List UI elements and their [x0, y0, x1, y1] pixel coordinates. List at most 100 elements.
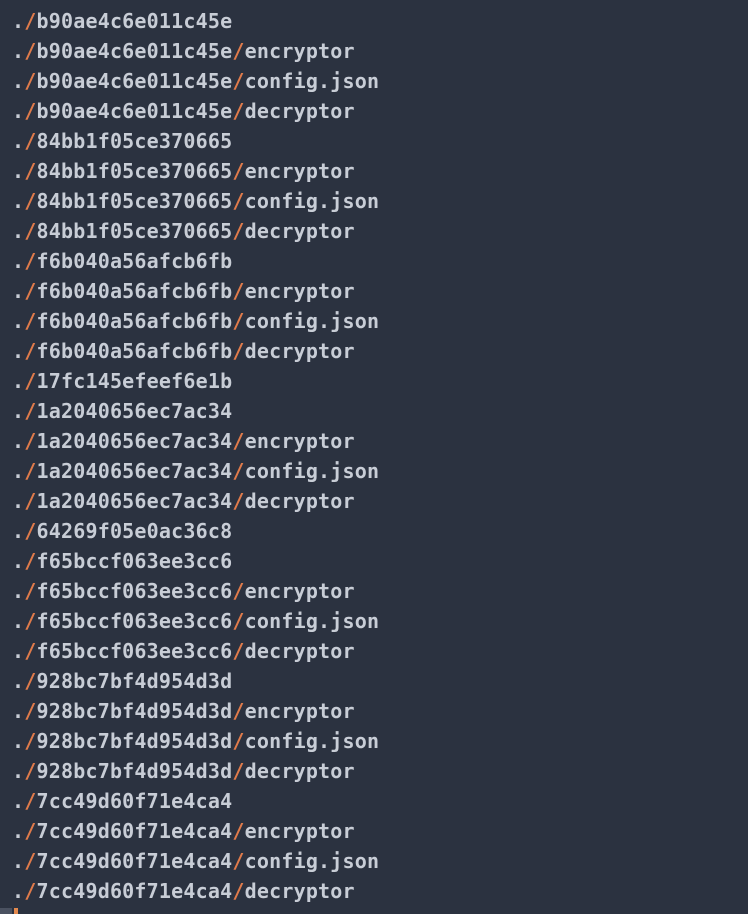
path-separator: / — [24, 399, 36, 423]
path-segment: 7cc49d60f71e4ca4 — [37, 789, 233, 813]
path-segment: f65bccf063ee3cc6 — [37, 579, 233, 603]
path-segment: b90ae4c6e011c45e — [37, 9, 233, 33]
path-segment: config.json — [245, 189, 380, 213]
path-segment: decryptor — [245, 219, 355, 243]
path-segment: 64269f05e0ac36c8 — [37, 519, 233, 543]
path-separator: / — [24, 9, 36, 33]
path-dot: . — [12, 819, 24, 843]
terminal-output: ./b90ae4c6e011c45e./b90ae4c6e011c45e/enc… — [0, 0, 748, 906]
output-line: ./f6b040a56afcb6fb/config.json — [12, 306, 736, 336]
path-segment: 17fc145efeef6e1b — [37, 369, 233, 393]
path-segment: b90ae4c6e011c45e — [37, 69, 233, 93]
path-segment: f6b040a56afcb6fb — [37, 309, 233, 333]
path-dot: . — [12, 519, 24, 543]
path-segment: config.json — [245, 609, 380, 633]
output-line: ./84bb1f05ce370665 — [12, 126, 736, 156]
path-separator: / — [24, 369, 36, 393]
path-separator: / — [232, 879, 244, 903]
path-segment: encryptor — [245, 39, 355, 63]
path-segment: 928bc7bf4d954d3d — [37, 669, 233, 693]
tab-stub — [0, 908, 12, 914]
path-segment: f6b040a56afcb6fb — [37, 279, 233, 303]
path-separator: / — [24, 849, 36, 873]
output-line: ./64269f05e0ac36c8 — [12, 516, 736, 546]
path-dot: . — [12, 639, 24, 663]
path-segment: config.json — [245, 849, 380, 873]
path-separator: / — [232, 69, 244, 93]
path-segment: f65bccf063ee3cc6 — [37, 549, 233, 573]
path-separator: / — [232, 489, 244, 513]
path-segment: config.json — [245, 69, 380, 93]
path-dot: . — [12, 729, 24, 753]
path-segment: 928bc7bf4d954d3d — [37, 759, 233, 783]
path-separator: / — [24, 519, 36, 543]
output-line: ./f6b040a56afcb6fb/decryptor — [12, 336, 736, 366]
path-segment: 928bc7bf4d954d3d — [37, 729, 233, 753]
path-dot: . — [12, 339, 24, 363]
path-separator: / — [24, 159, 36, 183]
prompt-row[interactable] — [0, 906, 748, 914]
path-dot: . — [12, 459, 24, 483]
path-segment: 7cc49d60f71e4ca4 — [37, 819, 233, 843]
path-dot: . — [12, 129, 24, 153]
path-separator: / — [24, 579, 36, 603]
path-segment: 84bb1f05ce370665 — [37, 219, 233, 243]
path-separator: / — [232, 459, 244, 483]
path-segment: 7cc49d60f71e4ca4 — [37, 849, 233, 873]
output-line: ./1a2040656ec7ac34 — [12, 396, 736, 426]
path-dot: . — [12, 699, 24, 723]
path-segment: 928bc7bf4d954d3d — [37, 699, 233, 723]
path-separator: / — [24, 669, 36, 693]
path-separator: / — [24, 729, 36, 753]
path-separator: / — [232, 819, 244, 843]
path-segment: 84bb1f05ce370665 — [37, 189, 233, 213]
path-dot: . — [12, 279, 24, 303]
output-line: ./f65bccf063ee3cc6 — [12, 546, 736, 576]
output-line: ./84bb1f05ce370665/encryptor — [12, 156, 736, 186]
path-dot: . — [12, 39, 24, 63]
path-separator: / — [24, 99, 36, 123]
path-segment: config.json — [245, 729, 380, 753]
path-separator: / — [232, 189, 244, 213]
path-separator: / — [24, 819, 36, 843]
path-separator: / — [24, 429, 36, 453]
path-separator: / — [24, 189, 36, 213]
path-separator: / — [24, 699, 36, 723]
path-separator: / — [232, 729, 244, 753]
path-segment: decryptor — [245, 639, 355, 663]
path-separator: / — [232, 219, 244, 243]
path-segment: f6b040a56afcb6fb — [37, 339, 233, 363]
path-segment: encryptor — [245, 819, 355, 843]
path-segment: encryptor — [245, 279, 355, 303]
path-separator: / — [24, 759, 36, 783]
path-dot: . — [12, 69, 24, 93]
path-segment: encryptor — [245, 579, 355, 603]
path-dot: . — [12, 789, 24, 813]
path-dot: . — [12, 9, 24, 33]
path-separator: / — [24, 69, 36, 93]
path-segment: f65bccf063ee3cc6 — [37, 639, 233, 663]
path-segment: b90ae4c6e011c45e — [37, 39, 233, 63]
path-segment: encryptor — [245, 429, 355, 453]
path-separator: / — [24, 549, 36, 573]
path-separator: / — [24, 129, 36, 153]
output-line: ./f6b040a56afcb6fb/encryptor — [12, 276, 736, 306]
path-separator: / — [232, 429, 244, 453]
path-dot: . — [12, 609, 24, 633]
output-line: ./928bc7bf4d954d3d/config.json — [12, 726, 736, 756]
output-line: ./b90ae4c6e011c45e/config.json — [12, 66, 736, 96]
output-line: ./1a2040656ec7ac34/encryptor — [12, 426, 736, 456]
output-line: ./7cc49d60f71e4ca4 — [12, 786, 736, 816]
path-segment: 1a2040656ec7ac34 — [37, 399, 233, 423]
output-line: ./b90ae4c6e011c45e/decryptor — [12, 96, 736, 126]
path-separator: / — [24, 609, 36, 633]
path-dot: . — [12, 189, 24, 213]
path-separator: / — [232, 309, 244, 333]
path-separator: / — [24, 489, 36, 513]
output-line: ./928bc7bf4d954d3d/encryptor — [12, 696, 736, 726]
output-line: ./f65bccf063ee3cc6/decryptor — [12, 636, 736, 666]
path-segment: decryptor — [245, 489, 355, 513]
path-separator: / — [232, 279, 244, 303]
output-line: ./7cc49d60f71e4ca4/decryptor — [12, 876, 736, 906]
path-segment: 1a2040656ec7ac34 — [37, 489, 233, 513]
